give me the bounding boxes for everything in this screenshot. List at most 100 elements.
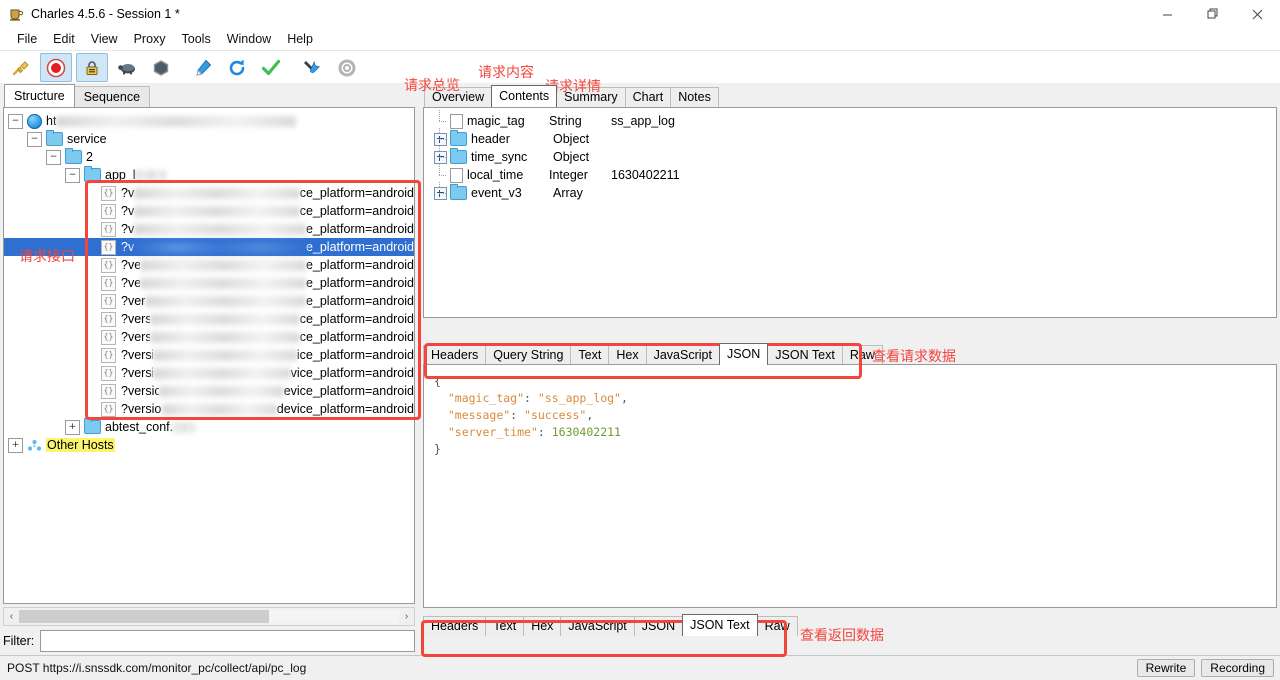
tree-row[interactable]: {} ?versio. device_platform=android	[4, 400, 414, 418]
recording-button[interactable]: Recording	[1201, 659, 1274, 677]
tree-row[interactable]: {} ?v ce_platform=android	[4, 184, 414, 202]
scroll-left-icon[interactable]: ‹	[4, 611, 19, 622]
expand-icon[interactable]	[432, 182, 448, 202]
tree-row[interactable]: {} ?v e_platform=android	[4, 220, 414, 238]
request-view-tab-query-string[interactable]: Query String	[485, 345, 572, 365]
tree-row[interactable]: + abtest_conf.	[4, 418, 414, 436]
compose-icon[interactable]	[188, 54, 218, 81]
request-view-tab-json[interactable]: JSON	[718, 343, 769, 365]
rewrite-button[interactable]: Rewrite	[1136, 659, 1196, 677]
tab-notes[interactable]: Notes	[670, 87, 719, 107]
filter-input[interactable]	[40, 630, 415, 652]
response-view-tab-json[interactable]: JSON	[633, 616, 684, 636]
response-view-tab-json-text[interactable]: JSON Text	[682, 614, 758, 636]
tree-row[interactable]: {} ?v ce_platform=android	[4, 202, 414, 220]
close-button[interactable]	[1235, 0, 1280, 28]
request-view-tab-headers[interactable]: Headers	[423, 345, 487, 365]
request-contents-tree[interactable]: magic_tag String ss_app_log header Object tim…	[423, 107, 1277, 318]
tree-row[interactable]: −2	[4, 148, 414, 166]
tree-row-label: ?versi	[121, 348, 153, 362]
redacted-text	[140, 277, 306, 289]
menu-tools[interactable]: Tools	[174, 30, 219, 48]
response-view-tab-hex[interactable]: Hex	[523, 616, 562, 636]
code-token: "success"	[524, 408, 587, 422]
tree-row[interactable]: − app_l	[4, 166, 414, 184]
scroll-track[interactable]	[19, 610, 399, 623]
maximize-restore-button[interactable]	[1190, 0, 1235, 28]
menu-window[interactable]: Window	[219, 30, 279, 48]
menu-view[interactable]: View	[83, 30, 126, 48]
folder-icon	[65, 148, 82, 164]
expand-icon[interactable]	[432, 128, 448, 148]
tab-contents[interactable]: Contents	[491, 85, 558, 107]
tree-row[interactable]: {} ?ver e_platform=android	[4, 292, 414, 310]
contents-tree-row[interactable]: local_time Integer 1630402211	[424, 164, 1276, 184]
tree-row[interactable]: {} ?vers ce_platform=android	[4, 310, 414, 328]
tools-icon[interactable]	[298, 54, 328, 81]
filter-label: Filter:	[3, 634, 35, 648]
ssl-proxying-icon[interactable]	[76, 53, 108, 82]
response-view-tab-text[interactable]: Text	[485, 616, 525, 636]
settings-icon[interactable]	[332, 54, 362, 81]
response-view-tab-headers[interactable]: Headers	[423, 616, 487, 636]
redacted-text	[152, 349, 297, 361]
contents-tree-row[interactable]: time_sync Object	[424, 146, 1276, 166]
tree-row[interactable]: {} ?ve e_platform=android	[4, 274, 414, 292]
repeat-icon[interactable]	[222, 54, 252, 81]
minimize-button[interactable]	[1145, 0, 1190, 28]
tree-row[interactable]: {} ?versi ice_platform=android	[4, 346, 414, 364]
request-view-tab-text[interactable]: Text	[570, 345, 610, 365]
expand-icon[interactable]	[432, 146, 448, 166]
response-body-viewer[interactable]: { "magic_tag": "ss_app_log", "message": …	[423, 364, 1277, 608]
code-token: :	[537, 425, 552, 439]
status-url: POST https://i.snssdk.com/monitor_pc/col…	[7, 661, 307, 675]
scroll-right-icon[interactable]: ›	[399, 611, 414, 622]
folder-icon	[84, 418, 101, 434]
collapse-icon[interactable]: −	[27, 131, 42, 147]
redacted-text	[149, 331, 300, 343]
tree-row[interactable]: {} ?versi vice_platform=android	[4, 364, 414, 382]
request-view-tab-json-text[interactable]: JSON Text	[767, 345, 843, 365]
ann-request-api: 请求接口	[19, 249, 75, 265]
menu-file[interactable]: File	[9, 30, 45, 48]
menu-proxy[interactable]: Proxy	[126, 30, 174, 48]
tree-row[interactable]: {} ?vers ce_platform=android	[4, 328, 414, 346]
breakpoints-icon[interactable]	[146, 54, 176, 81]
collapse-icon[interactable]: −	[46, 149, 61, 165]
left-tab-structure[interactable]: Structure	[4, 84, 75, 107]
validate-icon[interactable]	[256, 54, 286, 81]
code-token: :	[510, 408, 525, 422]
tree-row[interactable]: + Other Hosts	[4, 436, 414, 454]
contents-tree-row[interactable]: event_v3 Array	[424, 182, 1276, 202]
response-view-tab-javascript[interactable]: JavaScript	[560, 616, 635, 636]
contents-tree-row[interactable]: magic_tag String ss_app_log	[424, 110, 1276, 130]
left-tab-sequence[interactable]: Sequence	[73, 86, 151, 107]
request-view-tab-javascript[interactable]: JavaScript	[645, 345, 720, 365]
tree-row[interactable]: − ht	[4, 112, 414, 130]
collapse-icon[interactable]: −	[8, 113, 23, 129]
redacted-text	[133, 187, 300, 199]
session-tree[interactable]: − ht − service −2− app_l{} ?v ce_platform=andro…	[3, 107, 415, 604]
tree-row-label: ?versi	[121, 366, 153, 380]
request-view-tab-hex[interactable]: Hex	[608, 345, 647, 365]
response-view-tab-raw[interactable]: Raw	[756, 616, 798, 636]
menu-help[interactable]: Help	[279, 30, 321, 48]
request-icon: {}	[101, 185, 116, 201]
start-stop-recording-icon[interactable]	[40, 53, 72, 82]
expand-icon[interactable]: +	[65, 419, 80, 435]
clear-session-icon[interactable]	[6, 54, 36, 81]
collapse-icon[interactable]: −	[65, 167, 80, 183]
tab-chart[interactable]: Chart	[624, 87, 672, 107]
contents-tree-row[interactable]: header Object	[424, 128, 1276, 148]
tree-row[interactable]: − service	[4, 130, 414, 148]
code-token: "ss_app_log"	[537, 391, 621, 405]
scroll-thumb[interactable]	[19, 610, 269, 623]
menu-edit[interactable]: Edit	[45, 30, 83, 48]
throttling-icon[interactable]	[112, 54, 142, 81]
request-icon: {}	[101, 347, 116, 363]
expand-icon[interactable]: +	[8, 437, 23, 453]
request-icon: {}	[101, 239, 116, 255]
tree-row[interactable]: {} ?versio evice_platform=android	[4, 382, 414, 400]
tree-toggle-none	[84, 349, 97, 362]
tree-horizontal-scrollbar[interactable]: ‹ ›	[3, 607, 415, 626]
